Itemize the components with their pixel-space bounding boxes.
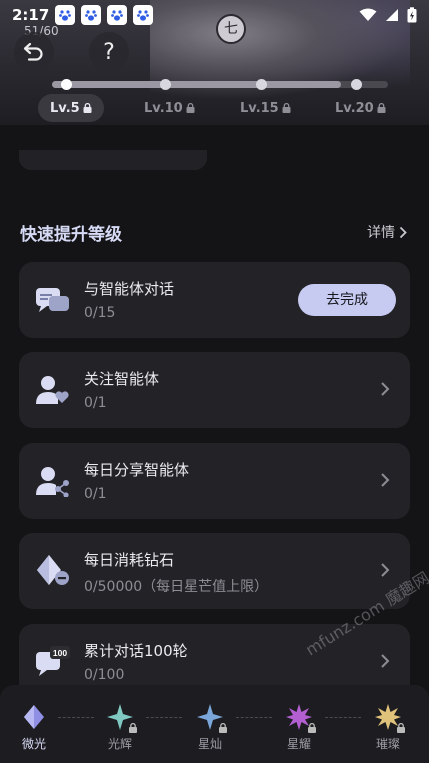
level-milestone[interactable]: Lv.20 <box>323 94 398 122</box>
lock-icon <box>282 103 291 113</box>
baidu-paw-icon <box>107 5 128 25</box>
tab-weiguang[interactable]: 微光 <box>4 703 64 752</box>
chevron-right-icon <box>381 382 390 396</box>
level-label: Lv.20 <box>335 100 374 116</box>
battery-charging-icon <box>407 7 417 23</box>
task-title: 每日分享智能体 <box>84 461 190 479</box>
back-button[interactable] <box>14 32 54 72</box>
help-button[interactable]: ? <box>89 32 129 72</box>
undo-icon <box>23 42 43 61</box>
progress-node <box>256 79 267 90</box>
details-label: 详情 <box>367 225 395 241</box>
complete-task-button[interactable]: 去完成 <box>298 284 396 316</box>
lock-icon <box>83 103 92 113</box>
lock-icon <box>397 723 405 733</box>
level-label: Lv.5 <box>50 100 80 116</box>
task-title: 每日消耗钻石 <box>84 551 175 569</box>
wifi-icon <box>359 8 377 21</box>
question-mark-icon: ? <box>103 39 115 65</box>
tab-xingcan[interactable]: 星灿 <box>180 703 240 752</box>
lock-icon <box>186 103 195 113</box>
lock-icon <box>219 723 227 733</box>
baidu-paw-icon <box>81 5 102 25</box>
chevron-right-icon <box>381 654 390 668</box>
baidu-paw-icon <box>133 5 154 25</box>
progress-node <box>351 79 362 90</box>
chat-bubbles-icon <box>36 288 69 312</box>
task-title: 累计对话100轮 <box>84 642 188 660</box>
svg-text:100: 100 <box>53 648 67 658</box>
level-progress-fill <box>52 81 341 88</box>
chevron-right-icon <box>381 563 390 577</box>
signal-icon <box>386 9 398 21</box>
chat-100-icon: 100 <box>36 646 70 676</box>
tab-label: 微光 <box>21 737 46 751</box>
task-progress: 0/100 <box>84 667 125 683</box>
level-milestones: Lv.5 Lv.10 Lv.15 Lv.20 <box>0 94 429 124</box>
lock-icon <box>129 723 137 733</box>
tab-guanghui[interactable]: 光辉 <box>90 703 150 752</box>
progress-node <box>61 79 72 90</box>
tab-connector <box>146 717 182 718</box>
level-milestone[interactable]: Lv.5 <box>38 94 104 122</box>
tab-xingyao[interactable]: 星耀 <box>269 703 329 752</box>
tab-cuican[interactable]: 璀璨 <box>358 703 418 752</box>
diamond-minus-icon <box>37 555 69 585</box>
tab-label: 光辉 <box>107 737 132 751</box>
tab-label: 星耀 <box>286 737 311 751</box>
status-bar: 2:17 <box>0 0 429 30</box>
task-card[interactable]: 每日消耗钻石 0/50000（每日星芒值上限） <box>19 533 410 609</box>
task-progress: 0/15 <box>84 305 116 321</box>
baidu-paw-icon <box>55 5 76 25</box>
collapsed-card <box>19 150 207 170</box>
follow-user-icon <box>36 376 69 404</box>
level-progress-track <box>52 79 388 90</box>
details-link[interactable]: 详情 <box>367 222 407 242</box>
level-milestone[interactable]: Lv.10 <box>132 94 207 122</box>
tab-label: 璀璨 <box>375 737 400 751</box>
status-time: 2:17 <box>12 6 50 24</box>
task-card[interactable]: 每日分享智能体 0/1 <box>19 443 410 519</box>
rank-tab-bar: 微光 光辉 星灿 星耀 璀璨 <box>0 685 429 763</box>
task-progress: 0/1 <box>84 395 107 411</box>
crystal-purple-icon <box>24 705 44 729</box>
tab-connector <box>236 717 272 718</box>
chevron-right-icon <box>399 226 407 238</box>
task-card: 与智能体对话 0/15 去完成 <box>19 262 410 338</box>
lock-icon <box>308 723 316 733</box>
lock-icon <box>377 103 386 113</box>
level-label: Lv.10 <box>144 100 183 116</box>
share-user-icon <box>36 467 69 497</box>
chevron-right-icon <box>381 473 390 487</box>
task-progress: 0/50000（每日星芒值上限） <box>84 579 269 595</box>
tab-label: 星灿 <box>197 737 222 751</box>
task-title: 与智能体对话 <box>84 280 175 298</box>
level-milestone[interactable]: Lv.15 <box>228 94 303 122</box>
level-label: Lv.15 <box>240 100 279 116</box>
task-progress: 0/1 <box>84 486 107 502</box>
progress-node <box>160 79 171 90</box>
section-title: 快速提升等级 <box>20 225 122 245</box>
task-title: 关注智能体 <box>84 370 160 388</box>
tab-connector <box>325 717 361 718</box>
task-card[interactable]: 关注智能体 0/1 <box>19 352 410 428</box>
